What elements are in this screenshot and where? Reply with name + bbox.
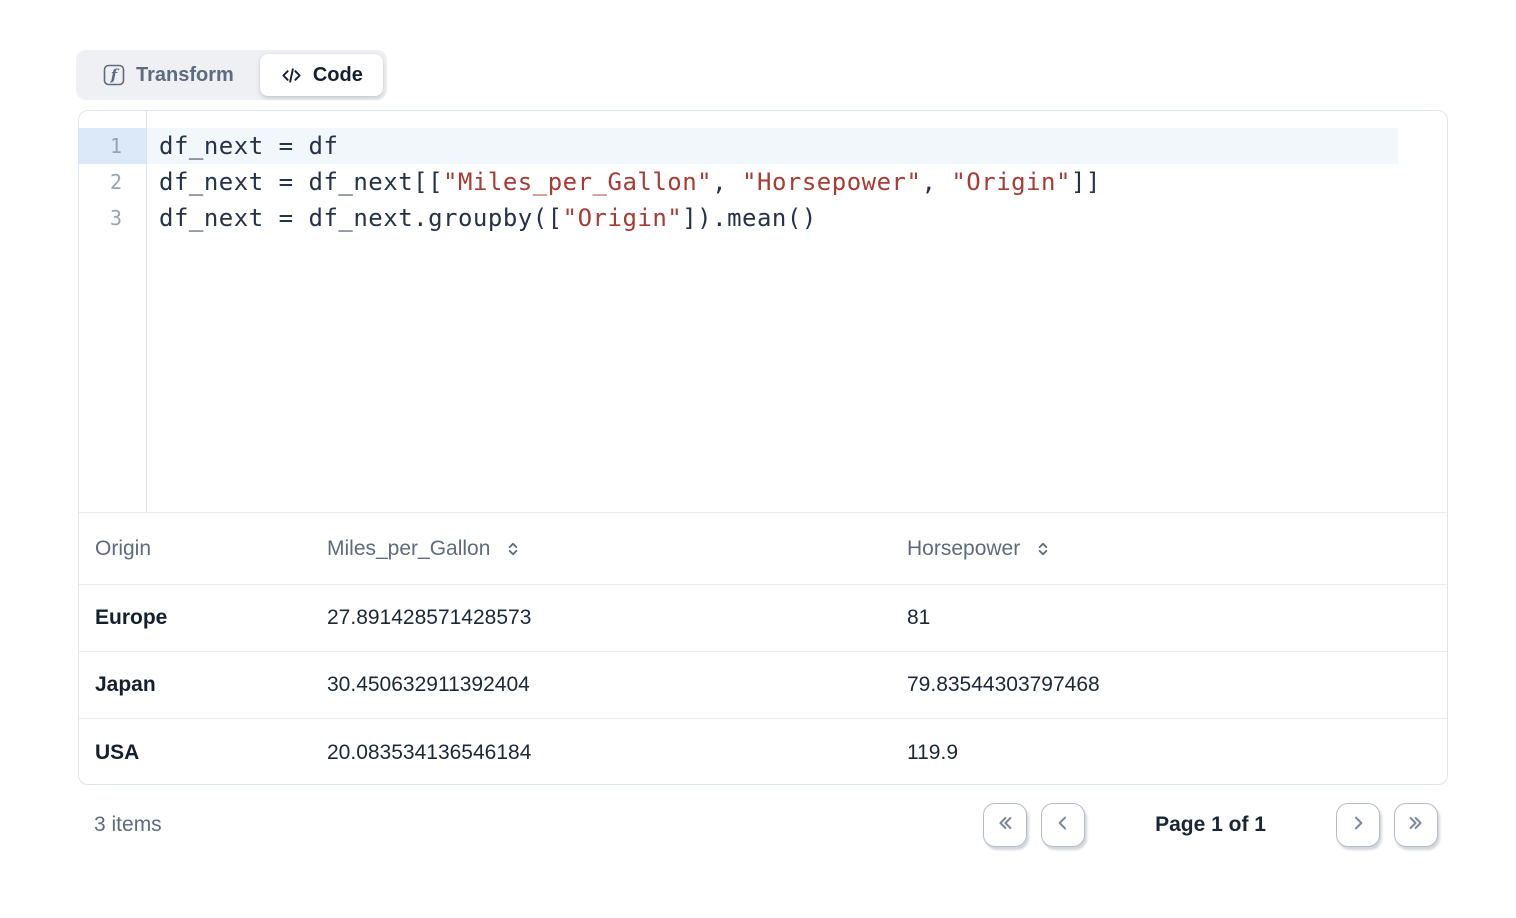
chevrons-left-icon: [995, 813, 1015, 838]
code-token: df_next = df: [159, 132, 338, 160]
table-row: Europe27.89142857142857381: [79, 585, 1447, 652]
column-header-horsepower[interactable]: Horsepower: [891, 513, 1447, 584]
pagination: Page 1 of 1: [983, 803, 1438, 847]
data-cell: 20.083534136546184: [311, 719, 891, 786]
string-token: "Origin": [563, 204, 683, 232]
code-token: ,: [712, 168, 742, 196]
table-footer: 3 items Page 1 of 1: [78, 800, 1448, 850]
tab-code[interactable]: Code: [260, 54, 383, 96]
transform-panel: f Transform Code 123 df_next = dfdf_next…: [0, 0, 1516, 918]
first-page-button[interactable]: [983, 803, 1027, 847]
code-icon: [280, 64, 303, 87]
line-number: 2: [79, 164, 146, 200]
sort-icon[interactable]: [1034, 540, 1052, 558]
code-token: df_next = df_next.groupby([: [159, 204, 563, 232]
svg-text:f: f: [110, 66, 120, 84]
code-and-results-panel: 123 df_next = df df_next = df_next[["Mile…: [78, 110, 1448, 785]
chevron-right-icon: [1348, 813, 1368, 838]
line-number: 3: [79, 200, 146, 236]
string-token: "Horsepower": [742, 168, 921, 196]
code-line[interactable]: df_next = df_next.groupby(["Origin"]).me…: [147, 200, 1447, 236]
data-cell: 119.9: [891, 719, 1447, 786]
string-token: "Miles_per_Gallon": [443, 168, 712, 196]
column-label: Miles_per_Gallon: [327, 537, 490, 561]
line-number: 1: [79, 128, 146, 164]
table-body: Europe27.89142857142857381Japan30.450632…: [79, 585, 1447, 786]
function-icon: f: [102, 63, 126, 87]
row-header-cell: Japan: [79, 652, 311, 718]
view-mode-tabs: f Transform Code: [76, 50, 387, 100]
code-token: ]).mean(): [682, 204, 817, 232]
sort-icon[interactable]: [504, 540, 522, 558]
tab-code-label: Code: [313, 64, 363, 87]
code-token: df_next = df_next[[: [159, 168, 443, 196]
data-cell: 30.450632911392404: [311, 652, 891, 718]
table-row: Japan30.45063291139240479.83544303797468: [79, 652, 1447, 719]
chevrons-right-icon: [1406, 813, 1426, 838]
next-page-button[interactable]: [1336, 803, 1380, 847]
row-header-cell: USA: [79, 719, 311, 786]
string-token: "Origin": [951, 168, 1071, 196]
line-numbers: 123: [79, 111, 147, 512]
code-line[interactable]: df_next = df_next[["Miles_per_Gallon", "…: [147, 164, 1447, 200]
column-header-miles_per_gallon[interactable]: Miles_per_Gallon: [311, 513, 891, 584]
page-indicator: Page 1 of 1: [1155, 813, 1266, 837]
column-label: Horsepower: [907, 537, 1020, 561]
chevron-left-icon: [1053, 813, 1073, 838]
code-editor[interactable]: 123 df_next = df df_next = df_next[["Mile…: [79, 111, 1447, 513]
prev-page-button[interactable]: [1041, 803, 1085, 847]
code-token: ]]: [1071, 168, 1101, 196]
code-token: ,: [921, 168, 951, 196]
last-page-button[interactable]: [1394, 803, 1438, 847]
row-header-cell: Europe: [79, 585, 311, 651]
items-count: 3 items: [94, 813, 162, 837]
code-line[interactable]: df_next = df: [147, 128, 1398, 164]
table-header-row: Origin Miles_per_Gallon Horsepower: [79, 513, 1447, 585]
tab-transform-label: Transform: [136, 64, 234, 87]
tab-transform[interactable]: f Transform: [80, 54, 256, 96]
data-cell: 79.83544303797468: [891, 652, 1447, 718]
data-cell: 81: [891, 585, 1447, 651]
column-label: Origin: [95, 537, 151, 561]
data-cell: 27.891428571428573: [311, 585, 891, 651]
column-header-origin: Origin: [79, 513, 311, 584]
table-row: USA20.083534136546184119.9: [79, 719, 1447, 786]
code-lines[interactable]: df_next = df df_next = df_next[["Miles_pe…: [147, 111, 1447, 512]
